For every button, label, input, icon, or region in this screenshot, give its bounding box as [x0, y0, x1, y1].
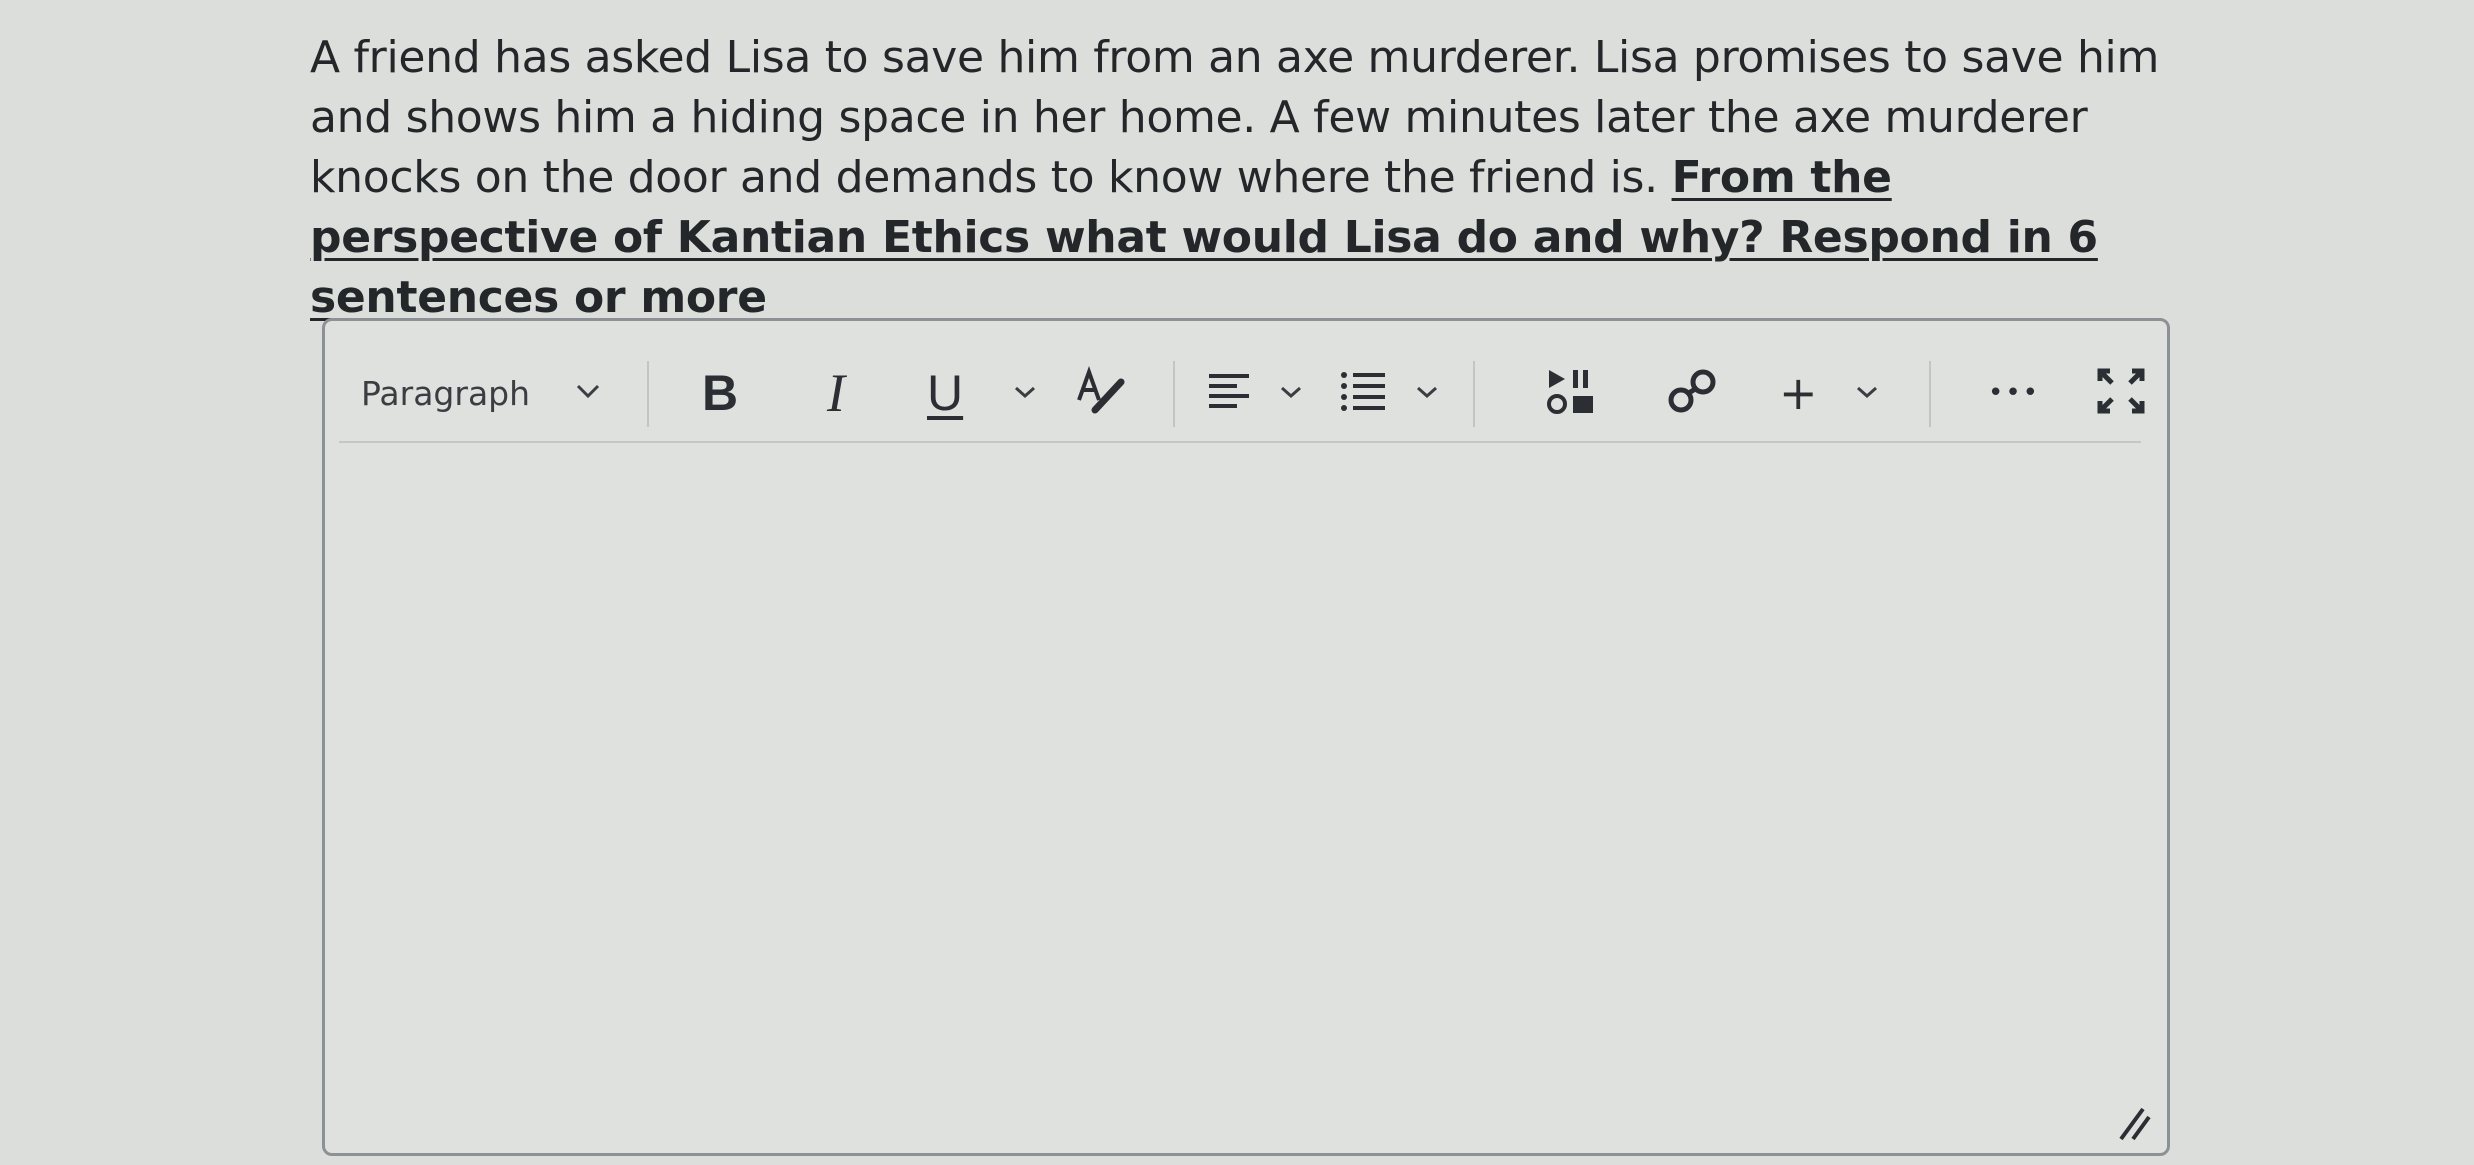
- chevron-down-icon: [1013, 384, 1037, 403]
- text-color-icon: [1071, 366, 1127, 420]
- italic-icon: I: [827, 363, 845, 423]
- link-icon: [1665, 366, 1721, 420]
- underline-icon: U: [927, 365, 964, 421]
- fullscreen-icon: [2096, 367, 2146, 419]
- rich-text-editor: Paragraph B I U + •••: [322, 318, 2170, 1156]
- editor-content-area[interactable]: [339, 445, 2147, 1133]
- toolbar-divider: [647, 361, 649, 427]
- editor-toolbar: Paragraph B I U + •••: [339, 345, 2145, 443]
- chevron-down-icon: [1279, 384, 1303, 403]
- bulleted-list-icon: [1339, 369, 1389, 417]
- align-dropdown[interactable]: [1207, 345, 1303, 441]
- toolbar-divider: [1173, 361, 1175, 427]
- plus-icon: +: [1779, 366, 1818, 420]
- list-dropdown[interactable]: [1339, 345, 1439, 441]
- chevron-down-icon: [1415, 384, 1439, 403]
- media-icon: [1547, 366, 1599, 420]
- align-left-icon: [1207, 370, 1253, 416]
- toolbar-divider: [1473, 361, 1475, 427]
- underline-button[interactable]: U: [927, 345, 1037, 441]
- italic-button[interactable]: I: [811, 345, 861, 441]
- chevron-down-icon: [575, 383, 601, 403]
- text-color-button[interactable]: [1069, 345, 1129, 441]
- fullscreen-button[interactable]: [2091, 345, 2151, 441]
- bold-icon: B: [701, 365, 739, 421]
- insert-dropdown[interactable]: +: [1779, 345, 1879, 441]
- toolbar-divider: [1929, 361, 1931, 427]
- chevron-down-icon: [1855, 384, 1879, 403]
- ellipsis-icon: •••: [1987, 378, 2040, 408]
- more-options-button[interactable]: •••: [1979, 345, 2049, 441]
- resize-handle-icon[interactable]: [2113, 1103, 2153, 1143]
- insert-link-button[interactable]: [1663, 345, 1723, 441]
- question-prompt: A friend has asked Lisa to save him from…: [310, 28, 2190, 328]
- block-format-label: Paragraph: [361, 373, 531, 413]
- block-format-dropdown[interactable]: Paragraph: [361, 345, 601, 441]
- bold-button[interactable]: B: [695, 345, 745, 441]
- insert-media-button[interactable]: [1543, 345, 1603, 441]
